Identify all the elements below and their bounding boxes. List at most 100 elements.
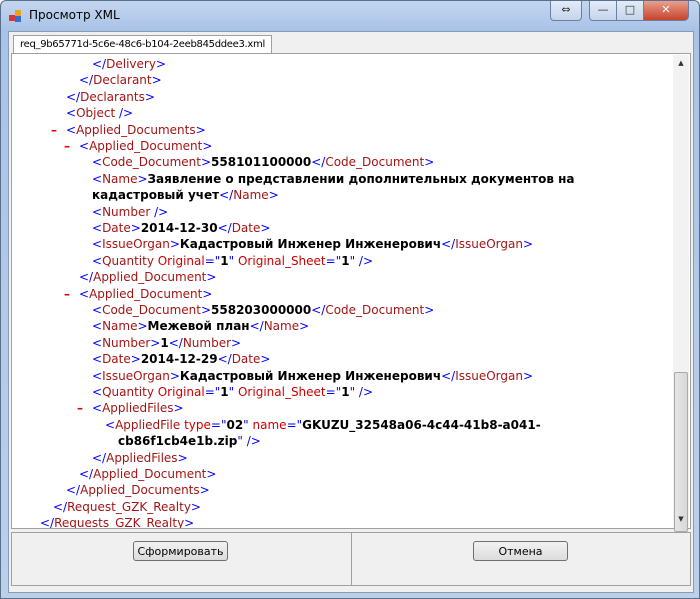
vertical-scrollbar[interactable]: ▲ ▼ xyxy=(673,55,689,532)
xml-punct: > xyxy=(424,303,435,317)
xml-punct: </ xyxy=(311,303,326,317)
xml-tag-name: Name xyxy=(102,319,138,334)
xml-tag-name: Number xyxy=(102,204,151,219)
xml-line: </AppliedFiles> xyxy=(92,450,188,466)
xml-tag-name: Code_Document xyxy=(325,303,425,317)
xml-punct: > xyxy=(151,73,162,88)
collapse-toggle[interactable]: – xyxy=(77,400,83,416)
maximize-button[interactable]: □ xyxy=(616,1,644,21)
xml-punct: > xyxy=(169,368,180,383)
xml-value: 1 xyxy=(220,253,229,268)
xml-punct: > xyxy=(177,450,188,465)
xml-punct: </ xyxy=(79,73,94,88)
xml-punct: =" xyxy=(325,385,342,399)
xml-line: </Requests_GZK_Realty> xyxy=(40,515,194,528)
xml-tag-name: Date xyxy=(231,221,261,235)
xml-punct: < xyxy=(92,155,103,170)
xml-punct: </ xyxy=(79,467,94,481)
xml-punct: < xyxy=(92,319,103,334)
xml-tag-name: Request_GZK_Realty xyxy=(67,499,191,514)
xml-punct: =" xyxy=(325,253,342,268)
xml-punct: </ xyxy=(92,57,107,71)
xml-punct: =" xyxy=(210,417,227,432)
xml-line: кадастровый учет</Name> xyxy=(92,187,279,203)
xml-attr-name: type xyxy=(180,417,211,432)
xml-punct: </ xyxy=(217,352,232,367)
xml-tag-name: Applied_Documents xyxy=(80,483,200,498)
scrollbar-thumb[interactable] xyxy=(674,372,688,532)
xml-tag-name: AppliedFile xyxy=(115,417,181,432)
xml-punct: </ xyxy=(66,89,81,104)
xml-punct: > xyxy=(206,467,217,481)
xml-punct: < xyxy=(105,417,116,432)
xml-tag-name: Date xyxy=(102,221,131,235)
xml-punct: > xyxy=(173,401,184,416)
xml-view[interactable]: </Delivery> </Declarant> </Declarants> <Obj… xyxy=(12,54,672,528)
collapse-toggle[interactable]: – xyxy=(64,138,70,154)
xml-punct: </ xyxy=(441,237,456,252)
xml-tag-name: Name xyxy=(263,319,300,334)
generate-button[interactable]: Сформировать xyxy=(133,541,228,561)
xml-punct: /> xyxy=(150,204,169,219)
scroll-up-icon[interactable]: ▲ xyxy=(673,55,689,71)
xml-line: <Date>2014-12-29</Date> xyxy=(92,351,270,367)
xml-punct: </ xyxy=(168,335,183,350)
xml-punct: < xyxy=(79,286,90,301)
minimize-button[interactable]: — xyxy=(589,1,617,21)
title-bar[interactable]: Просмотр XML ⇔ — □ ✕ xyxy=(1,1,699,31)
xml-tag-name: Number xyxy=(102,335,151,350)
xml-punct: </ xyxy=(217,221,232,235)
xml-tag-name: AppliedFiles xyxy=(106,450,178,465)
xml-punct: > xyxy=(202,286,213,301)
xml-punct: > xyxy=(424,155,435,170)
xml-punct: > xyxy=(195,122,206,137)
xml-tag-name: Quantity xyxy=(102,253,154,268)
xml-attr-name: name xyxy=(248,417,287,432)
xml-punct: =" xyxy=(286,417,303,432)
xml-line: <Number /> xyxy=(92,204,168,220)
xml-tag-name: Quantity xyxy=(102,385,154,399)
xml-tag-name: Delivery xyxy=(106,57,156,71)
xml-punct: < xyxy=(92,204,103,219)
xml-punct: </ xyxy=(249,319,264,334)
xml-punct: </ xyxy=(441,368,456,383)
button-panel: Сформировать Отмена xyxy=(11,532,691,586)
xml-value: кадастровый учет xyxy=(92,188,220,203)
collapse-toggle[interactable]: – xyxy=(64,286,70,302)
xml-tag-name: Code_Document xyxy=(325,155,425,170)
xml-line: <Code_Document>558101100000</Code_Docume… xyxy=(92,154,434,170)
xml-punct: < xyxy=(92,352,103,367)
xml-punct: > xyxy=(200,155,212,170)
xml-line: <Quantity Original="1" Original_Sheet="1… xyxy=(92,384,373,400)
close-button[interactable]: ✕ xyxy=(643,1,689,21)
collapse-toggle[interactable]: – xyxy=(51,122,57,138)
xml-tag-name: IssueOrgan xyxy=(455,237,523,252)
xml-tag-name: Requests_GZK_Realty xyxy=(54,516,185,528)
xml-tag-name: Code_Document xyxy=(102,303,201,317)
cancel-button[interactable]: Отмена xyxy=(473,541,568,561)
scroll-down-icon[interactable]: ▼ xyxy=(673,511,689,527)
xml-punct: </ xyxy=(92,450,107,465)
xml-punct: < xyxy=(92,253,103,268)
xml-punct: > xyxy=(169,237,180,252)
xml-value: Кадастровый Инженер Инженерович xyxy=(179,368,442,383)
xml-punct: > xyxy=(260,221,271,235)
xml-punct: </ xyxy=(79,270,94,285)
xml-value: Заявление о представлении дополнительных… xyxy=(147,171,575,186)
xml-tag-name: IssueOrgan xyxy=(455,368,523,383)
xml-tag-name: Object xyxy=(76,106,116,121)
xml-line: <IssueOrgan>Кадастровый Инженер Инженеро… xyxy=(92,368,533,384)
xml-line: <Code_Document>558203000000</Code_Docume… xyxy=(92,302,434,318)
xml-punct: =" xyxy=(204,385,221,399)
xml-punct: < xyxy=(92,335,103,350)
xml-tag-name: Date xyxy=(231,352,261,367)
xml-value: cb86f1cb4e1b.zip xyxy=(118,434,238,449)
xml-value: 1 xyxy=(341,385,350,399)
tab-xml-file[interactable]: req_9b65771d-5c6e-48c6-b104-2eeb845ddee3… xyxy=(13,35,272,54)
xml-line: – <Applied_Document> xyxy=(64,286,213,302)
xml-viewer-window: Просмотр XML ⇔ — □ ✕ req_9b65771d-5c6e-4… xyxy=(0,0,700,599)
resize-icon[interactable]: ⇔ xyxy=(550,1,582,21)
xml-value: 558203000000 xyxy=(211,303,312,317)
xml-punct: > xyxy=(190,499,201,514)
xml-value: 1 xyxy=(160,335,169,350)
